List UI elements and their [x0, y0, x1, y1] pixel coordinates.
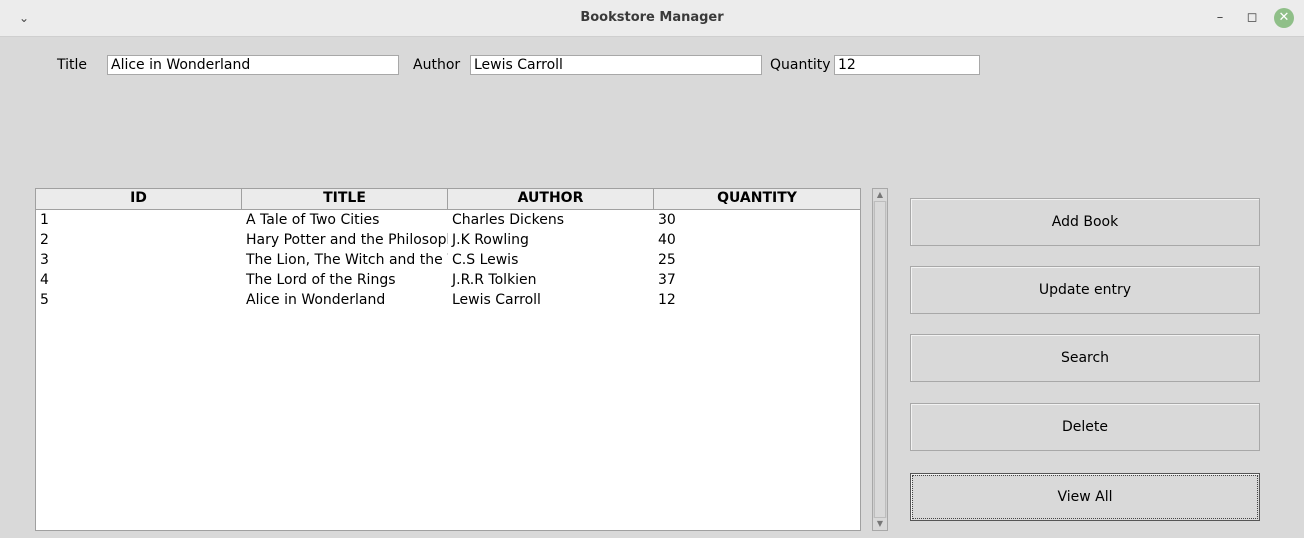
cell-quantity: 25 [658, 252, 676, 268]
title-label: Title [57, 57, 88, 73]
cell-id: 2 [40, 232, 49, 248]
view-all-button[interactable]: View All [910, 473, 1260, 521]
cell-title: The Lord of the Rings [246, 272, 396, 288]
column-header-id[interactable]: ID [36, 189, 242, 209]
quantity-label: Quantity [770, 57, 831, 73]
cell-id: 5 [40, 292, 49, 308]
cell-title: A Tale of Two Cities [246, 212, 380, 228]
title-input[interactable] [107, 55, 399, 75]
cell-quantity: 30 [658, 212, 676, 228]
cell-author: J.K Rowling [452, 232, 529, 248]
minimize-icon[interactable]: – [1210, 8, 1230, 28]
update-entry-button[interactable]: Update entry [910, 266, 1260, 314]
window-titlebar: ⌄ Bookstore Manager – ◻ ✕ [0, 0, 1304, 37]
add-book-button[interactable]: Add Book [910, 198, 1260, 246]
cell-author: C.S Lewis [452, 252, 519, 268]
table-scrollbar[interactable]: ▲ ▼ [872, 188, 888, 531]
cell-title: Alice in Wonderland [246, 292, 386, 308]
cell-id: 1 [40, 212, 49, 228]
maximize-icon[interactable]: ◻ [1242, 8, 1262, 28]
search-button[interactable]: Search [910, 334, 1260, 382]
close-icon[interactable]: ✕ [1274, 8, 1294, 28]
cell-author: Charles Dickens [452, 212, 564, 228]
author-input[interactable] [470, 55, 762, 75]
cell-quantity: 12 [658, 292, 676, 308]
cell-author: Lewis Carroll [452, 292, 541, 308]
scroll-down-icon[interactable]: ▼ [873, 518, 887, 530]
author-label: Author [413, 57, 461, 73]
table-row[interactable]: 4 The Lord of the Rings J.R.R Tolkien 37 [36, 270, 860, 290]
column-header-quantity[interactable]: QUANTITY [654, 189, 860, 209]
cell-quantity: 40 [658, 232, 676, 248]
table-row[interactable]: 2 Hary Potter and the Philosopher's Ston… [36, 230, 860, 250]
table-row[interactable]: 5 Alice in Wonderland Lewis Carroll 12 [36, 290, 860, 310]
cell-id: 3 [40, 252, 49, 268]
cell-quantity: 37 [658, 272, 676, 288]
scroll-up-icon[interactable]: ▲ [873, 189, 887, 201]
quantity-input[interactable] [834, 55, 980, 75]
cell-title: The Lion, The Witch and the Wardrobe [246, 252, 448, 268]
cell-author: J.R.R Tolkien [452, 272, 537, 288]
window-title: Bookstore Manager [580, 10, 724, 25]
table-header: ID TITLE AUTHOR QUANTITY [36, 189, 860, 210]
column-header-author[interactable]: AUTHOR [448, 189, 654, 209]
cell-id: 4 [40, 272, 49, 288]
scrollbar-thumb[interactable] [874, 201, 886, 518]
column-header-title[interactable]: TITLE [242, 189, 448, 209]
cell-title: Hary Potter and the Philosopher's Stone [246, 232, 448, 248]
books-table[interactable]: ID TITLE AUTHOR QUANTITY 1 A Tale of Two… [35, 188, 861, 531]
table-row[interactable]: 3 The Lion, The Witch and the Wardrobe C… [36, 250, 860, 270]
table-row[interactable]: 1 A Tale of Two Cities Charles Dickens 3… [36, 210, 860, 230]
delete-button[interactable]: Delete [910, 403, 1260, 451]
